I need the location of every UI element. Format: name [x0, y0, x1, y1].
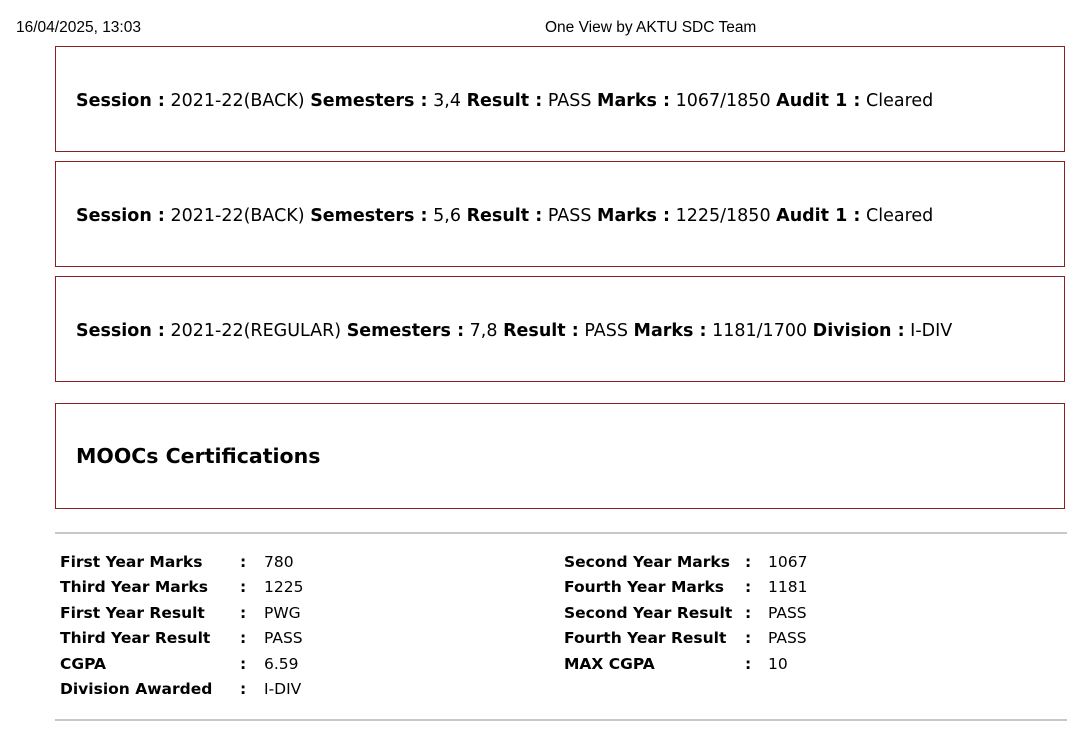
result-value: PASS	[547, 206, 592, 226]
summary-value: PASS	[264, 629, 303, 648]
result-label: Result :	[503, 321, 579, 341]
summary-colon: :	[745, 553, 752, 571]
moocs-title: MOOCs Certifications	[76, 444, 321, 468]
summary-value: I-DIV	[264, 679, 302, 698]
summary-colon: :	[240, 603, 247, 622]
summary-label: Third Year Marks	[60, 578, 208, 597]
divider-top	[55, 532, 1067, 534]
summary-value: 780	[264, 553, 294, 571]
session-value: 2021-22(BACK)	[170, 206, 305, 226]
marks-label: Marks :	[597, 91, 671, 111]
summary-label: MAX CGPA	[564, 654, 655, 673]
semesters-value: 3,4	[433, 91, 461, 111]
division-label: Division :	[812, 321, 905, 341]
summary-label: Fourth Year Result	[564, 629, 727, 648]
summary-colon: :	[745, 603, 752, 622]
print-datetime: 16/04/2025, 13:03	[16, 19, 141, 36]
marks-label: Marks :	[633, 321, 707, 341]
semesters-value: 7,8	[469, 321, 498, 341]
session-card: Session : 2021-22(BACK) Semesters : 5,6 …	[55, 161, 1065, 267]
summary-value: 1067	[768, 553, 808, 571]
summary-colon: :	[240, 679, 247, 698]
summary-label: Second Year Result	[564, 603, 733, 622]
marks-value: 1067/1850	[675, 91, 771, 111]
session-label: Session :	[76, 321, 165, 341]
summary-colon: :	[745, 629, 752, 648]
summary-value: 1225	[264, 578, 304, 597]
session-label: Session :	[76, 91, 165, 111]
result-label: Result :	[466, 91, 543, 111]
audit-label: Audit 1 :	[776, 206, 861, 226]
summary-value: PASS	[768, 603, 807, 622]
marks-value: 1225/1850	[675, 206, 771, 226]
audit-label: Audit 1 :	[776, 91, 861, 111]
audit-value: Cleared	[866, 91, 934, 111]
semesters-label: Semesters :	[346, 321, 465, 341]
summary-colon: :	[240, 553, 247, 571]
session-card: Session : 2021-22(BACK) Semesters : 3,4 …	[55, 46, 1065, 152]
print-header: 16/04/2025, 13:03 One View by AKTU SDC T…	[0, 19, 1092, 39]
semesters-label: Semesters :	[310, 91, 428, 111]
session-value: 2021-22(REGULAR)	[170, 321, 342, 341]
session-line: Session : 2021-22(REGULAR) Semesters : 7…	[76, 321, 952, 341]
summary-colon: :	[240, 654, 247, 673]
summary-label: Fourth Year Marks	[564, 578, 725, 597]
summary-label: First Year Result	[60, 603, 205, 622]
summary-colon: :	[240, 629, 247, 648]
session-line: Session : 2021-22(BACK) Semesters : 5,6 …	[76, 206, 933, 226]
result-label: Result :	[466, 206, 543, 226]
session-value: 2021-22(BACK)	[170, 91, 305, 111]
summary-label: Third Year Result	[60, 629, 211, 648]
summary-colon: :	[745, 654, 752, 673]
summary-value: PWG	[264, 603, 301, 622]
moocs-card: MOOCs Certifications	[55, 403, 1065, 509]
session-card: Session : 2021-22(REGULAR) Semesters : 7…	[55, 276, 1065, 382]
result-value: PASS	[584, 321, 628, 341]
summary-label: Second Year Marks	[564, 553, 730, 571]
summary-colon: :	[745, 578, 752, 597]
marks-value: 1181/1700	[712, 321, 808, 341]
divider-bottom	[55, 719, 1067, 721]
summary-value: 1181	[768, 578, 808, 597]
semesters-value: 5,6	[433, 206, 461, 226]
result-value: PASS	[547, 91, 592, 111]
summary-colon: :	[240, 578, 247, 597]
print-title: One View by AKTU SDC Team	[545, 19, 757, 36]
summary-value: 6.59	[264, 654, 299, 673]
division-value: I-DIV	[910, 321, 953, 341]
session-label: Session :	[76, 206, 165, 226]
session-line: Session : 2021-22(BACK) Semesters : 3,4 …	[76, 91, 933, 111]
summary-label: Division Awarded	[60, 679, 213, 698]
audit-value: Cleared	[866, 206, 934, 226]
summary-label: CGPA	[60, 654, 107, 673]
summary-value: 10	[768, 654, 788, 673]
semesters-label: Semesters :	[310, 206, 428, 226]
marks-label: Marks :	[597, 206, 671, 226]
summary-value: PASS	[768, 629, 807, 648]
summary-label: First Year Marks	[60, 553, 203, 571]
